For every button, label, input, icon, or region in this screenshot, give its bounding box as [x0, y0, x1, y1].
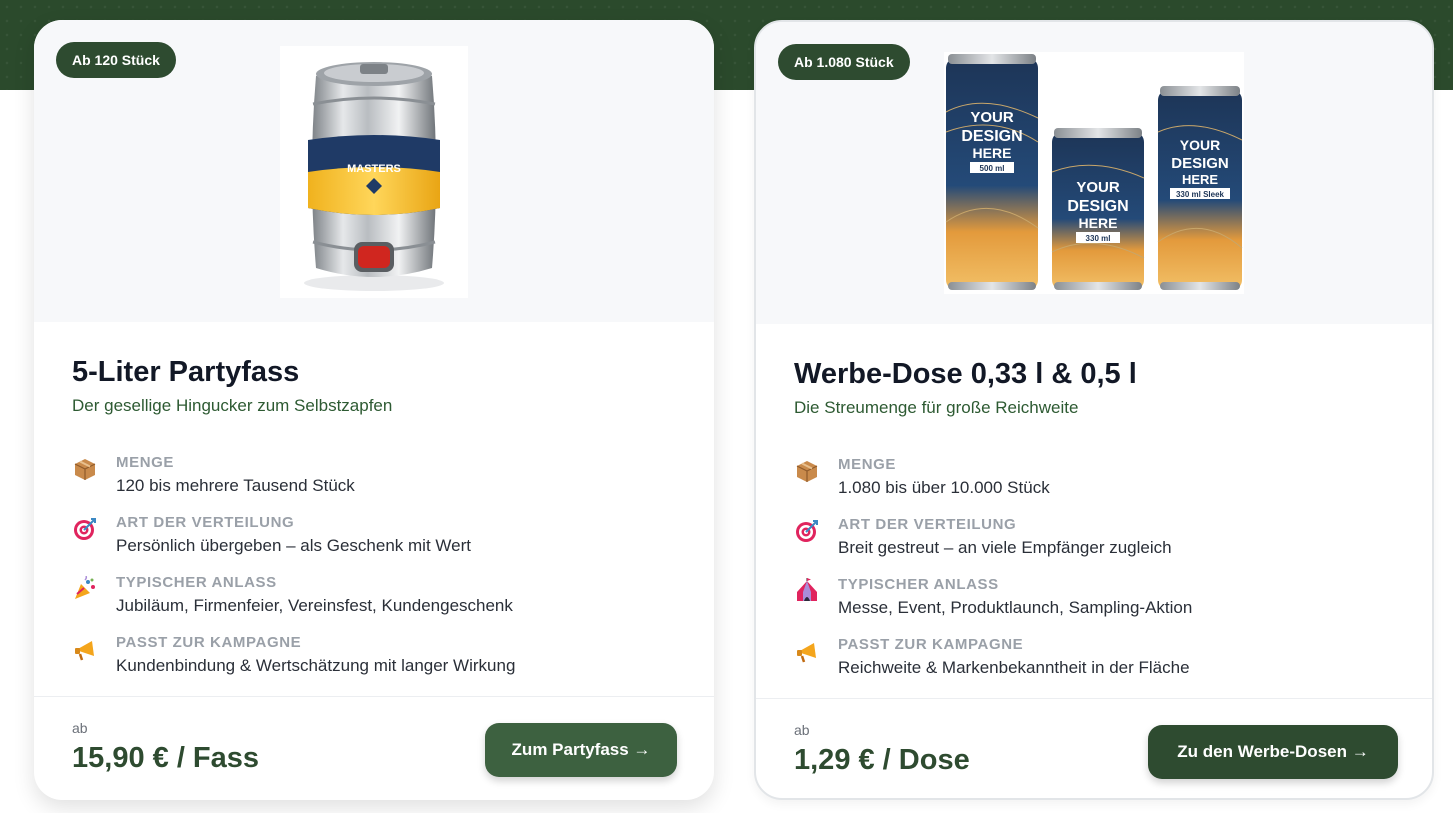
- feature-label: PASST ZUR KAMPAGNE: [838, 636, 1024, 653]
- feature-label: ART DER VERTEILUNG: [116, 514, 295, 531]
- keg-label-text: MASTERS: [347, 163, 401, 175]
- svg-text:DESIGN: DESIGN: [1171, 155, 1229, 172]
- svg-text:YOUR: YOUR: [1076, 179, 1120, 196]
- quantity-badge: Ab 1.080 Stück: [778, 44, 910, 80]
- product-media: Ab 120 Stück MASTERS: [34, 20, 714, 322]
- quantity-badge: Ab 120 Stück: [56, 42, 176, 78]
- werbedosen-button[interactable]: Zu den Werbe-Dosen →: [1148, 725, 1398, 779]
- can-330ml: YOUR DESIGN HERE 330 ml: [1051, 128, 1145, 290]
- card-divider: [34, 696, 714, 697]
- svg-text:YOUR: YOUR: [1180, 137, 1220, 153]
- svg-text:330 ml Sleek: 330 ml Sleek: [1176, 190, 1225, 199]
- circus-tent-icon: [794, 578, 820, 604]
- package-icon: [794, 458, 820, 484]
- feature-value: Persönlich übergeben – als Geschenk mit …: [116, 536, 471, 555]
- svg-text:330 ml: 330 ml: [1086, 234, 1111, 243]
- product-subtitle: Die Streumenge für große Reichweite: [794, 398, 1079, 417]
- feature-label: PASST ZUR KAMPAGNE: [116, 634, 302, 651]
- feature-value: Breit gestreut – an viele Empfänger zugl…: [838, 538, 1172, 557]
- feature-label: MENGE: [838, 456, 897, 473]
- product-card-werbedose: Ab 1.080 Stück YOUR DESIGN HERE 500 ml Y…: [754, 20, 1434, 800]
- target-icon: [794, 518, 820, 544]
- price: 1,29 € / Dose: [794, 744, 970, 776]
- feature-value: 1.080 bis über 10.000 Stück: [838, 478, 1050, 497]
- product-title: Werbe-Dose 0,33 l & 0,5 l: [794, 358, 1137, 390]
- svg-text:DESIGN: DESIGN: [961, 128, 1022, 145]
- feature-value: Reichweite & Markenbekanntheit in der Fl…: [838, 658, 1190, 677]
- svg-text:DESIGN: DESIGN: [1067, 198, 1128, 215]
- target-icon: [72, 516, 98, 542]
- feature-value: Kundenbindung & Wertschätzung mit langer…: [116, 656, 516, 675]
- svg-text:HERE: HERE: [973, 145, 1012, 161]
- price-prefix: ab: [72, 720, 88, 736]
- feature-label: TYPISCHER ANLASS: [838, 576, 999, 593]
- svg-text:500 ml: 500 ml: [980, 164, 1005, 173]
- cans-image: YOUR DESIGN HERE 500 ml YOUR DESIGN HERE: [944, 52, 1244, 294]
- keg-image: MASTERS: [280, 46, 468, 298]
- svg-text:HERE: HERE: [1182, 172, 1218, 187]
- partyfass-button[interactable]: Zum Partyfass →: [485, 723, 677, 777]
- product-title: 5-Liter Partyfass: [72, 356, 300, 388]
- feature-label: TYPISCHER ANLASS: [116, 574, 277, 591]
- product-subtitle: Der gesellige Hingucker zum Selbstzapfen: [72, 396, 393, 415]
- feature-value: Jubiläum, Firmenfeier, Vereinsfest, Kund…: [116, 596, 513, 615]
- feature-value: Messe, Event, Produktlaunch, Sampling-Ak…: [838, 598, 1193, 617]
- party-popper-icon: [72, 576, 98, 602]
- megaphone-icon: [72, 636, 98, 662]
- svg-text:HERE: HERE: [1079, 215, 1118, 231]
- megaphone-icon: [794, 638, 820, 664]
- svg-text:YOUR: YOUR: [970, 109, 1014, 126]
- feature-label: MENGE: [116, 454, 175, 471]
- feature-label: ART DER VERTEILUNG: [838, 516, 1017, 533]
- feature-value: 120 bis mehrere Tausend Stück: [116, 476, 355, 495]
- price-prefix: ab: [794, 722, 810, 738]
- price: 15,90 € / Fass: [72, 742, 260, 774]
- product-card-partyfass: Ab 120 Stück MASTERS 5-Liter Partyfass D…: [34, 20, 714, 800]
- card-divider: [756, 698, 1432, 699]
- can-330ml-sleek: YOUR DESIGN HERE 330 ml Sleek: [1157, 86, 1243, 290]
- can-500ml: YOUR DESIGN HERE 500 ml: [945, 54, 1039, 290]
- package-icon: [72, 456, 98, 482]
- product-media: Ab 1.080 Stück YOUR DESIGN HERE 500 ml Y…: [756, 22, 1432, 324]
